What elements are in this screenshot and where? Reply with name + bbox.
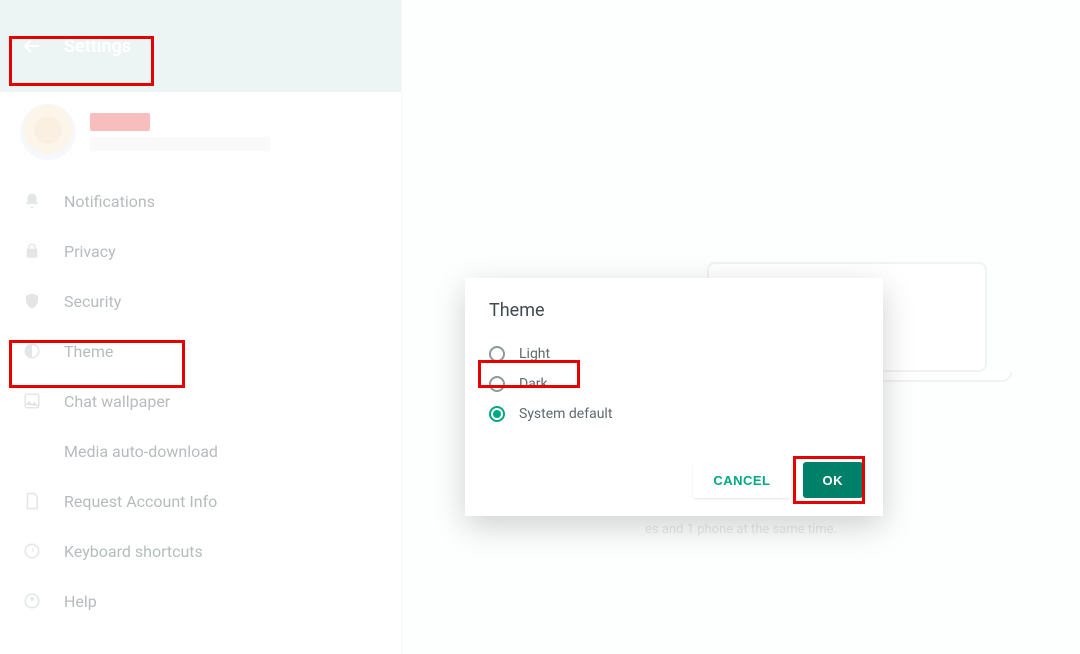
radio-icon — [489, 406, 505, 422]
ok-button[interactable]: OK — [803, 462, 864, 498]
radio-icon — [489, 376, 505, 392]
dialog-title: Theme — [489, 300, 859, 321]
radio-icon — [489, 346, 505, 362]
theme-option-system-default[interactable]: System default — [489, 399, 859, 429]
theme-option-dark[interactable]: Dark — [489, 369, 859, 399]
theme-dialog: Theme Light Dark System default CANCEL O… — [465, 278, 883, 516]
radio-label: Dark — [519, 376, 548, 392]
theme-option-light[interactable]: Light — [489, 339, 859, 369]
cancel-button[interactable]: CANCEL — [693, 462, 790, 498]
radio-label: Light — [519, 346, 550, 362]
radio-label: System default — [519, 406, 612, 422]
dialog-actions: CANCEL OK — [693, 462, 863, 498]
